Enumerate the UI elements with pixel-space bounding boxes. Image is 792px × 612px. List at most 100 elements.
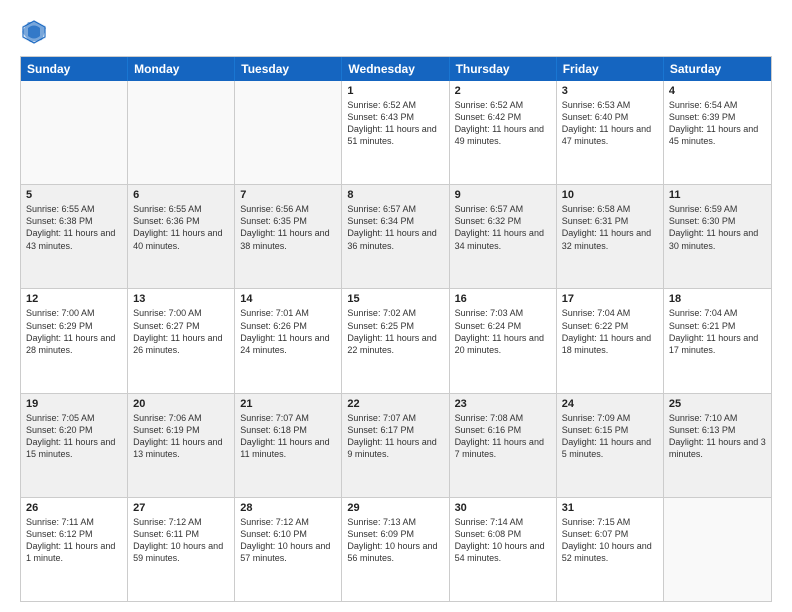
- cell-info: Sunrise: 7:09 AM Sunset: 6:15 PM Dayligh…: [562, 412, 658, 461]
- cell-info: Sunrise: 6:57 AM Sunset: 6:32 PM Dayligh…: [455, 203, 551, 252]
- calendar-cell: 8Sunrise: 6:57 AM Sunset: 6:34 PM Daylig…: [342, 185, 449, 288]
- day-number: 28: [240, 502, 336, 514]
- day-number: 11: [669, 189, 766, 201]
- calendar-cell: 1 Sunrise: 6:52 AM Sunset: 6:43 PM Daylig…: [342, 81, 449, 184]
- cell-info: Sunrise: 7:14 AM Sunset: 6:08 PM Dayligh…: [455, 516, 551, 565]
- day-number: 19: [26, 398, 122, 410]
- cell-info: Sunrise: 7:07 AM Sunset: 6:18 PM Dayligh…: [240, 412, 336, 461]
- calendar-cell: 26 Sunrise: 7:11 AM Sunset: 6:12 PM Dayli…: [21, 498, 128, 601]
- day-number: 17: [562, 293, 658, 305]
- calendar: SundayMondayTuesdayWednesdayThursdayFrid…: [20, 56, 772, 602]
- cell-info: Sunrise: 7:01 AM Sunset: 6:26 PM Dayligh…: [240, 307, 336, 356]
- calendar-row: 26 Sunrise: 7:11 AM Sunset: 6:12 PM Dayli…: [21, 498, 771, 601]
- cell-info: Sunrise: 6:55 AM Sunset: 6:36 PM Dayligh…: [133, 203, 229, 252]
- calendar-cell: [235, 81, 342, 184]
- day-number: 14: [240, 293, 336, 305]
- page: SundayMondayTuesdayWednesdayThursdayFrid…: [0, 0, 792, 612]
- calendar-cell: 2Sunrise: 6:52 AM Sunset: 6:42 PM Daylig…: [450, 81, 557, 184]
- logo: [20, 18, 52, 46]
- cell-info: Sunrise: 6:59 AM Sunset: 6:30 PM Dayligh…: [669, 203, 766, 252]
- cell-info: Sunrise: 7:12 AM Sunset: 6:10 PM Dayligh…: [240, 516, 336, 565]
- calendar-cell: 22 Sunrise: 7:07 AM Sunset: 6:17 PM Dayli…: [342, 394, 449, 497]
- day-number: 21: [240, 398, 336, 410]
- day-number: 22: [347, 398, 443, 410]
- calendar-cell: 28 Sunrise: 7:12 AM Sunset: 6:10 PM Dayli…: [235, 498, 342, 601]
- calendar-cell: 4Sunrise: 6:54 AM Sunset: 6:39 PM Daylig…: [664, 81, 771, 184]
- day-number: 27: [133, 502, 229, 514]
- cell-info: Sunrise: 7:06 AM Sunset: 6:19 PM Dayligh…: [133, 412, 229, 461]
- day-number: 6: [133, 189, 229, 201]
- cell-info: Sunrise: 7:03 AM Sunset: 6:24 PM Dayligh…: [455, 307, 551, 356]
- day-number: 7: [240, 189, 336, 201]
- day-number: 24: [562, 398, 658, 410]
- calendar-cell: [664, 498, 771, 601]
- calendar-cell: 30 Sunrise: 7:14 AM Sunset: 6:08 PM Dayli…: [450, 498, 557, 601]
- calendar-cell: 3 Sunrise: 6:53 AM Sunset: 6:40 PM Daylig…: [557, 81, 664, 184]
- day-number: 5: [26, 189, 122, 201]
- day-number: 16: [455, 293, 551, 305]
- day-number: 20: [133, 398, 229, 410]
- calendar-cell: 18 Sunrise: 7:04 AM Sunset: 6:21 PM Dayli…: [664, 289, 771, 392]
- day-number: 18: [669, 293, 766, 305]
- day-number: 2: [455, 85, 551, 97]
- calendar-row: 1 Sunrise: 6:52 AM Sunset: 6:43 PM Daylig…: [21, 81, 771, 185]
- calendar-body: 1 Sunrise: 6:52 AM Sunset: 6:43 PM Daylig…: [21, 81, 771, 601]
- calendar-row: 12 Sunrise: 7:00 AM Sunset: 6:29 PM Dayli…: [21, 289, 771, 393]
- cell-info: Sunrise: 6:53 AM Sunset: 6:40 PM Dayligh…: [562, 99, 658, 148]
- weekday-header: Tuesday: [235, 57, 342, 81]
- calendar-cell: 21 Sunrise: 7:07 AM Sunset: 6:18 PM Dayli…: [235, 394, 342, 497]
- weekday-header: Saturday: [664, 57, 771, 81]
- calendar-cell: 27 Sunrise: 7:12 AM Sunset: 6:11 PM Dayli…: [128, 498, 235, 601]
- cell-info: Sunrise: 7:02 AM Sunset: 6:25 PM Dayligh…: [347, 307, 443, 356]
- cell-info: Sunrise: 7:07 AM Sunset: 6:17 PM Dayligh…: [347, 412, 443, 461]
- calendar-cell: 6 Sunrise: 6:55 AM Sunset: 6:36 PM Daylig…: [128, 185, 235, 288]
- header: [20, 18, 772, 46]
- cell-info: Sunrise: 7:10 AM Sunset: 6:13 PM Dayligh…: [669, 412, 766, 461]
- cell-info: Sunrise: 7:00 AM Sunset: 6:29 PM Dayligh…: [26, 307, 122, 356]
- calendar-cell: 24 Sunrise: 7:09 AM Sunset: 6:15 PM Dayli…: [557, 394, 664, 497]
- calendar-cell: 25 Sunrise: 7:10 AM Sunset: 6:13 PM Dayli…: [664, 394, 771, 497]
- day-number: 12: [26, 293, 122, 305]
- day-number: 15: [347, 293, 443, 305]
- cell-info: Sunrise: 6:56 AM Sunset: 6:35 PM Dayligh…: [240, 203, 336, 252]
- cell-info: Sunrise: 7:11 AM Sunset: 6:12 PM Dayligh…: [26, 516, 122, 565]
- calendar-cell: 14 Sunrise: 7:01 AM Sunset: 6:26 PM Dayli…: [235, 289, 342, 392]
- day-number: 30: [455, 502, 551, 514]
- calendar-header: SundayMondayTuesdayWednesdayThursdayFrid…: [21, 57, 771, 81]
- calendar-row: 19 Sunrise: 7:05 AM Sunset: 6:20 PM Dayli…: [21, 394, 771, 498]
- weekday-header: Sunday: [21, 57, 128, 81]
- calendar-cell: 29Sunrise: 7:13 AM Sunset: 6:09 PM Dayli…: [342, 498, 449, 601]
- cell-info: Sunrise: 7:15 AM Sunset: 6:07 PM Dayligh…: [562, 516, 658, 565]
- cell-info: Sunrise: 6:55 AM Sunset: 6:38 PM Dayligh…: [26, 203, 122, 252]
- cell-info: Sunrise: 6:57 AM Sunset: 6:34 PM Dayligh…: [347, 203, 443, 252]
- cell-info: Sunrise: 6:58 AM Sunset: 6:31 PM Dayligh…: [562, 203, 658, 252]
- day-number: 10: [562, 189, 658, 201]
- calendar-cell: 17 Sunrise: 7:04 AM Sunset: 6:22 PM Dayli…: [557, 289, 664, 392]
- logo-icon: [20, 18, 48, 46]
- calendar-cell: 9 Sunrise: 6:57 AM Sunset: 6:32 PM Daylig…: [450, 185, 557, 288]
- calendar-cell: 11 Sunrise: 6:59 AM Sunset: 6:30 PM Dayli…: [664, 185, 771, 288]
- day-number: 3: [562, 85, 658, 97]
- cell-info: Sunrise: 7:04 AM Sunset: 6:21 PM Dayligh…: [669, 307, 766, 356]
- calendar-cell: 23Sunrise: 7:08 AM Sunset: 6:16 PM Dayli…: [450, 394, 557, 497]
- day-number: 25: [669, 398, 766, 410]
- calendar-cell: 15 Sunrise: 7:02 AM Sunset: 6:25 PM Dayli…: [342, 289, 449, 392]
- cell-info: Sunrise: 6:52 AM Sunset: 6:43 PM Dayligh…: [347, 99, 443, 148]
- calendar-cell: 16 Sunrise: 7:03 AM Sunset: 6:24 PM Dayli…: [450, 289, 557, 392]
- cell-info: Sunrise: 7:04 AM Sunset: 6:22 PM Dayligh…: [562, 307, 658, 356]
- day-number: 13: [133, 293, 229, 305]
- calendar-cell: 5 Sunrise: 6:55 AM Sunset: 6:38 PM Daylig…: [21, 185, 128, 288]
- cell-info: Sunrise: 7:05 AM Sunset: 6:20 PM Dayligh…: [26, 412, 122, 461]
- calendar-cell: 19 Sunrise: 7:05 AM Sunset: 6:20 PM Dayli…: [21, 394, 128, 497]
- day-number: 9: [455, 189, 551, 201]
- calendar-cell: 31 Sunrise: 7:15 AM Sunset: 6:07 PM Dayli…: [557, 498, 664, 601]
- calendar-cell: 10 Sunrise: 6:58 AM Sunset: 6:31 PM Dayli…: [557, 185, 664, 288]
- calendar-row: 5 Sunrise: 6:55 AM Sunset: 6:38 PM Daylig…: [21, 185, 771, 289]
- calendar-cell: [128, 81, 235, 184]
- day-number: 1: [347, 85, 443, 97]
- day-number: 31: [562, 502, 658, 514]
- cell-info: Sunrise: 7:12 AM Sunset: 6:11 PM Dayligh…: [133, 516, 229, 565]
- day-number: 23: [455, 398, 551, 410]
- calendar-cell: [21, 81, 128, 184]
- day-number: 26: [26, 502, 122, 514]
